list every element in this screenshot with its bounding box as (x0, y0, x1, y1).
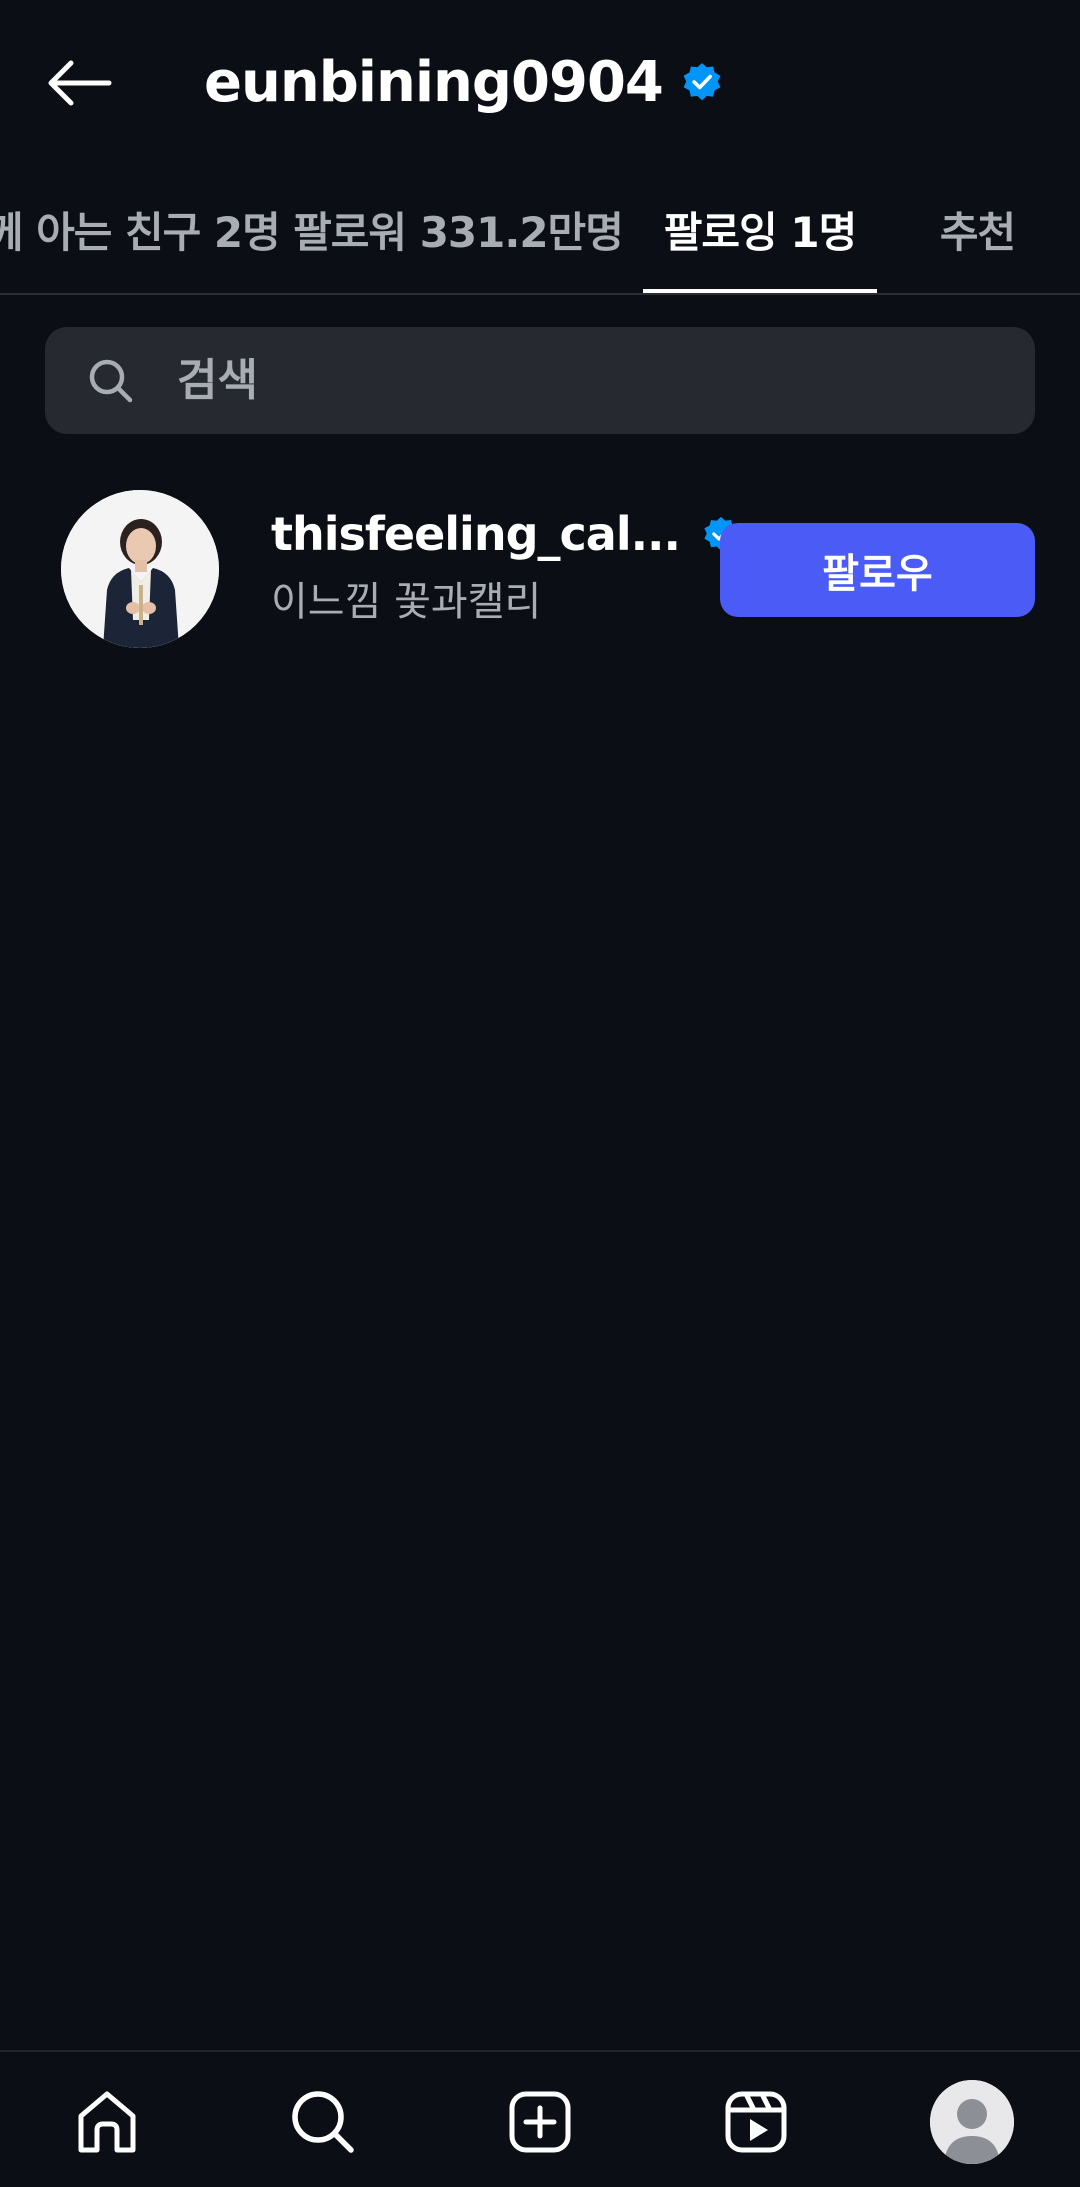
bottom-nav (0, 2050, 1080, 2187)
search-icon (87, 357, 135, 405)
home-icon (78, 2091, 136, 2153)
tab-following[interactable]: 팔로잉 1명 (643, 165, 877, 293)
nav-home-button[interactable] (57, 2072, 157, 2172)
user-avatar[interactable] (61, 490, 219, 648)
app-screen: eunbining0904 함께 아는 친구 2명 팔로워 331.2만명 팔로… (0, 0, 1080, 2187)
profile-username-title: eunbining0904 (204, 49, 664, 115)
user-text: thisfeeling_cal... 이느낌 꽃과캘리 (271, 507, 738, 627)
nav-create-button[interactable] (490, 2072, 590, 2172)
nav-reels-button[interactable] (706, 2072, 806, 2172)
back-arrow-icon (48, 60, 112, 106)
back-button[interactable] (38, 48, 118, 118)
follow-tabs: 함께 아는 친구 2명 팔로워 331.2만명 팔로잉 1명 추천 (0, 165, 1080, 295)
username-line: thisfeeling_cal... (271, 507, 738, 561)
active-tab-indicator (643, 289, 877, 293)
reels-icon (725, 2091, 787, 2153)
search-icon (292, 2091, 354, 2153)
tab-suggested[interactable]: 추천 (920, 165, 1035, 293)
username[interactable]: thisfeeling_cal... (271, 507, 681, 561)
search-box[interactable] (45, 327, 1035, 434)
nav-profile-button[interactable] (922, 2072, 1022, 2172)
tab-mutual-friends[interactable]: 함께 아는 친구 2명 (0, 165, 281, 293)
nav-search-button[interactable] (273, 2072, 373, 2172)
search-input[interactable] (175, 354, 979, 407)
title-wrap: eunbining0904 (204, 42, 723, 122)
list-item[interactable]: thisfeeling_cal... 이느낌 꽃과캘리 팔로우 (0, 485, 1080, 655)
follow-button[interactable]: 팔로우 (720, 523, 1035, 617)
profile-avatar (930, 2080, 1014, 2164)
header: eunbining0904 (0, 0, 1080, 165)
full-name: 이느낌 꽃과캘리 (271, 579, 542, 625)
tab-followers[interactable]: 팔로워 331.2만명 (293, 165, 624, 293)
create-icon (509, 2091, 571, 2153)
verified-badge-icon (681, 61, 723, 103)
